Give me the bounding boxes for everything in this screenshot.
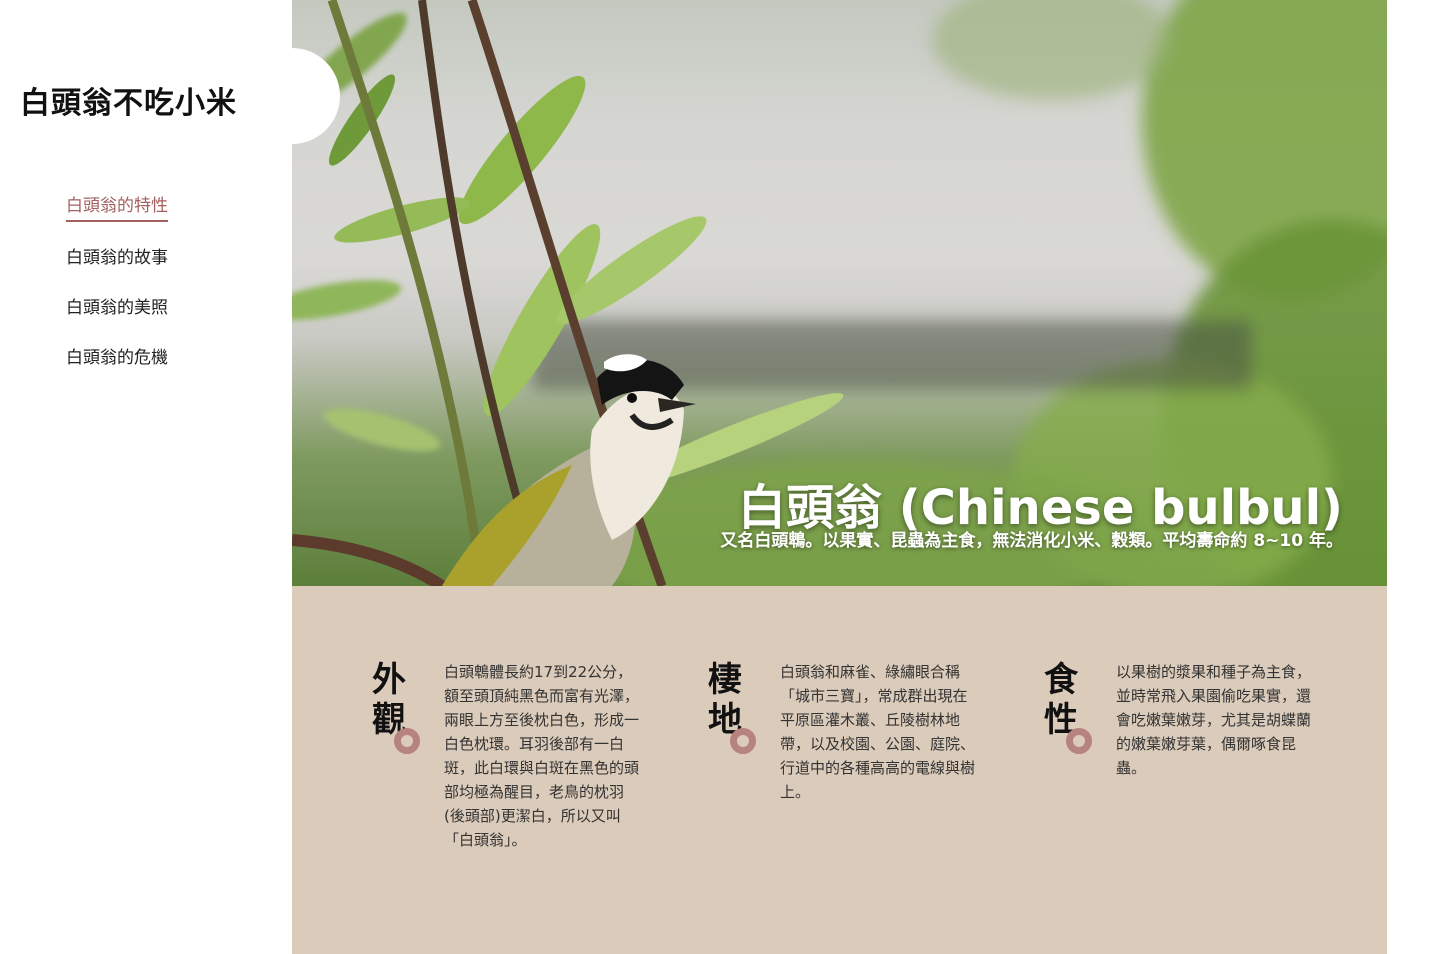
nav-link-crisis[interactable]: 白頭翁的危機 <box>66 346 168 372</box>
sidebar: 白頭翁不吃小米 白頭翁的特性 白頭翁的故事 白頭翁的美照 白頭翁的危機 <box>0 0 340 954</box>
ring-icon <box>394 728 420 754</box>
nav-item: 白頭翁的美照 <box>66 296 168 322</box>
nav-link-traits[interactable]: 白頭翁的特性 <box>66 194 168 222</box>
traits-section: 外觀 白頭鵯體長約17到22公分，額至頭頂純黑色而富有光澤，兩眼上方至後枕白色，… <box>292 586 1387 954</box>
nav-link-photos[interactable]: 白頭翁的美照 <box>66 296 168 322</box>
ring-icon <box>1066 728 1092 754</box>
card-text: 白頭翁和麻雀、綠繡眼合稱「城市三寶」，常成群出現在平原區灌木叢、丘陵樹林地帶，以… <box>780 663 976 801</box>
nav-link-story[interactable]: 白頭翁的故事 <box>66 246 168 272</box>
ring-icon <box>730 728 756 754</box>
card-text: 白頭鵯體長約17到22公分，額至頭頂純黑色而富有光澤，兩眼上方至後枕白色，形成一… <box>444 663 640 849</box>
sidebar-nav: 白頭翁的特性 白頭翁的故事 白頭翁的美照 白頭翁的危機 <box>66 194 168 396</box>
site-title[interactable]: 白頭翁不吃小米 <box>20 78 237 122</box>
card-text: 以果樹的漿果和種子為主食，並時常飛入果園偷吃果實，還會吃嫩葉嫩芽，尤其是胡蝶蘭的… <box>1116 663 1312 777</box>
nav-item: 白頭翁的危機 <box>66 346 168 372</box>
hero-subtitle: 又名白頭鵯。以果實、昆蟲為主食，無法消化小米、穀類。平均壽命約 8~10 年。 <box>720 531 1343 551</box>
nav-item: 白頭翁的特性 <box>66 194 168 222</box>
hero-banner: 白頭翁 (Chinese bulbul) 又名白頭鵯。以果實、昆蟲為主食，無法消… <box>292 0 1387 586</box>
title-circle-decoration <box>244 48 340 144</box>
nav-item: 白頭翁的故事 <box>66 246 168 272</box>
